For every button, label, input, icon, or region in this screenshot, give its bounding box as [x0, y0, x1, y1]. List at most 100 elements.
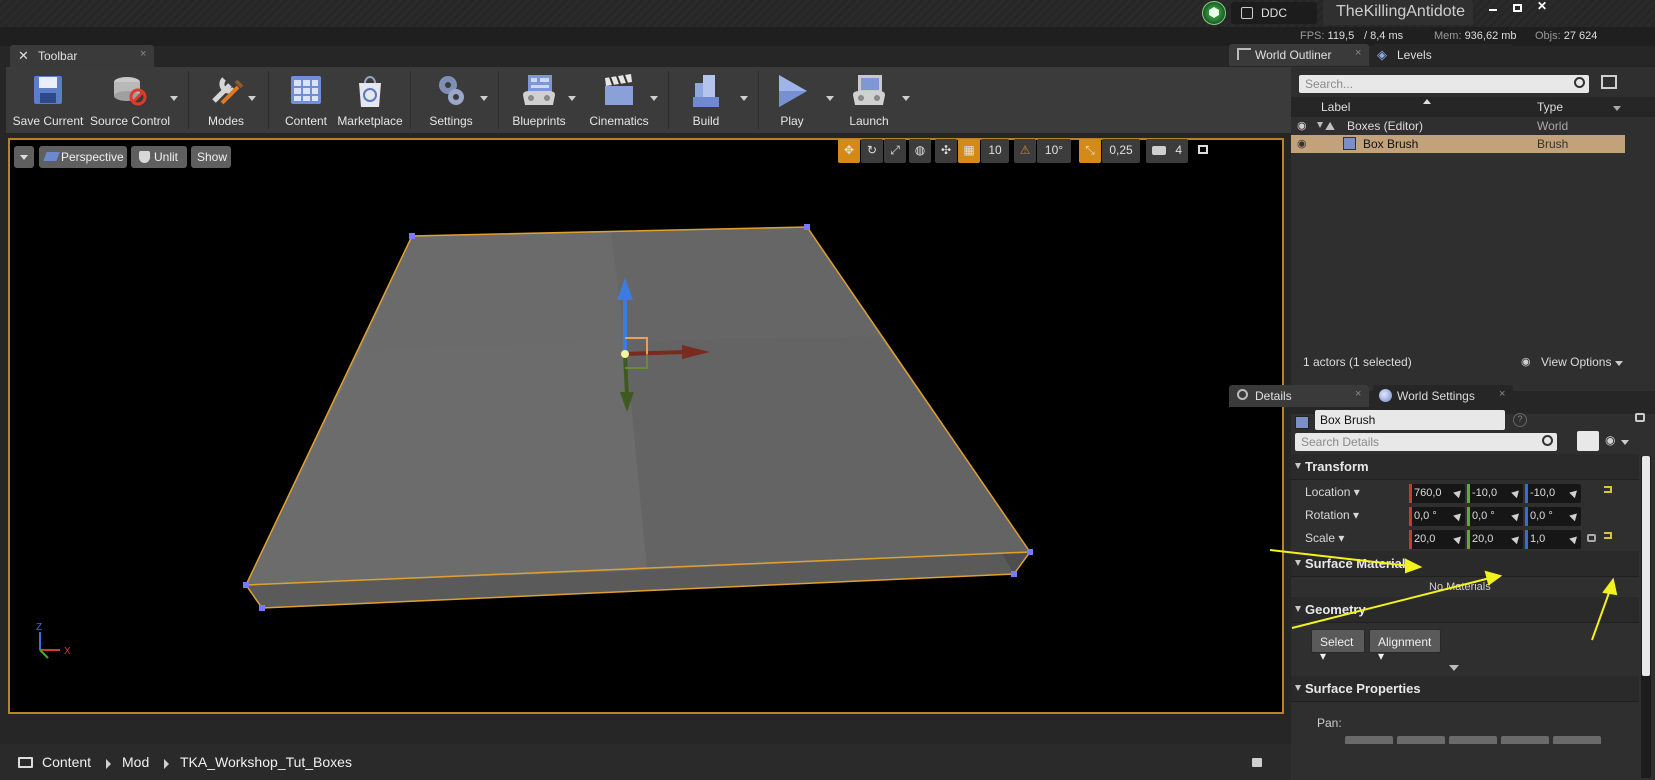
folder-icon: [18, 757, 33, 768]
category-surface-properties[interactable]: Surface Properties: [1291, 676, 1639, 702]
save-current-button[interactable]: Save Current: [10, 67, 86, 133]
level-viewport[interactable]: Perspective Unlit Show ✥ ↻ ⤢ ◍ ✣ ▦ 10 ⚠ …: [8, 138, 1284, 714]
close-icon[interactable]: ×: [1355, 388, 1361, 400]
outliner-row[interactable]: ◉ ⛰ Boxes (Editor) World: [1291, 117, 1625, 135]
advanced-expand-icon[interactable]: [1449, 665, 1459, 671]
blueprints-button[interactable]: Blueprints: [506, 67, 572, 133]
tab-world-outliner[interactable]: World Outliner ×: [1229, 44, 1369, 66]
modes-dropdown-icon[interactable]: [248, 96, 256, 101]
location-z-field[interactable]: -10,0: [1525, 484, 1581, 503]
vertex-handle[interactable]: [409, 233, 415, 239]
axis-z-label: Z: [36, 622, 42, 633]
eye-icon[interactable]: ◉: [1297, 137, 1307, 150]
outliner-row-type: World: [1537, 119, 1569, 133]
details-scrollbar-thumb[interactable]: [1642, 456, 1650, 676]
details-scrollbar[interactable]: [1641, 456, 1651, 778]
outliner-icon: [1237, 48, 1251, 60]
source-control-button[interactable]: Source Control: [90, 67, 170, 133]
help-icon[interactable]: ?: [1513, 413, 1527, 427]
cinematics-button[interactable]: Cinematics: [586, 67, 652, 133]
location-label[interactable]: Location ▾: [1305, 485, 1360, 499]
restore-button[interactable]: [1507, 1, 1529, 15]
pan-button[interactable]: [1449, 736, 1497, 744]
add-folder-icon[interactable]: [1601, 75, 1617, 89]
engine-logo-icon[interactable]: [1202, 1, 1226, 25]
modes-button[interactable]: Modes: [202, 67, 250, 133]
rotation-z-field[interactable]: 0,0 °: [1525, 507, 1581, 526]
vertex-handle[interactable]: [804, 224, 810, 230]
close-icon[interactable]: ×: [1499, 388, 1505, 400]
vertex-handle[interactable]: [1027, 549, 1033, 555]
scale-y-field[interactable]: 20,0: [1467, 530, 1523, 549]
launch-dropdown-icon[interactable]: [902, 96, 910, 101]
property-matrix-icon[interactable]: [1577, 431, 1599, 451]
settings-dropdown-icon[interactable]: [480, 96, 488, 101]
ddc-indicator[interactable]: DDC: [1231, 2, 1317, 24]
tab-details[interactable]: Details ×: [1229, 385, 1369, 407]
play-button[interactable]: Play: [768, 67, 816, 133]
close-icon[interactable]: ×: [140, 48, 146, 60]
pan-button[interactable]: [1345, 736, 1393, 744]
outliner-row-selected[interactable]: ◉ Box Brush Brush: [1291, 135, 1625, 153]
pan-button[interactable]: [1501, 736, 1549, 744]
settings-button[interactable]: Settings: [420, 67, 482, 133]
pan-button[interactable]: [1553, 736, 1601, 744]
rotation-y-field[interactable]: 0,0 °: [1467, 507, 1523, 526]
breadcrumb-item[interactable]: Mod: [122, 754, 149, 770]
fps-stat: FPS: 119,5: [1300, 30, 1355, 42]
rotation-label[interactable]: Rotation ▾: [1305, 508, 1359, 522]
rotation-x-field[interactable]: 0,0 °: [1409, 507, 1465, 526]
tab-levels[interactable]: ◈ Levels: [1373, 44, 1513, 66]
vertex-handle[interactable]: [259, 605, 265, 611]
alignment-dropdown-button[interactable]: Alignment ▾: [1369, 629, 1441, 663]
scale-label[interactable]: Scale ▾: [1305, 531, 1344, 545]
content-button[interactable]: Content: [278, 67, 334, 133]
eye-icon[interactable]: ◉: [1297, 119, 1307, 132]
column-type-header[interactable]: Type: [1537, 100, 1563, 114]
build-dropdown-icon[interactable]: [740, 96, 748, 101]
category-geometry[interactable]: Geometry: [1291, 597, 1639, 623]
lock-icon[interactable]: [1252, 758, 1262, 767]
outliner-search-input[interactable]: Search...: [1299, 75, 1589, 93]
chevron-down-icon[interactable]: [1621, 440, 1629, 445]
vertex-handle[interactable]: [243, 582, 249, 588]
pan-button[interactable]: [1397, 736, 1445, 744]
location-y-field[interactable]: -10,0: [1467, 484, 1523, 503]
reset-to-default-icon[interactable]: [1604, 532, 1612, 539]
select-dropdown-button[interactable]: Select ▾: [1311, 629, 1365, 663]
build-button[interactable]: Build: [682, 67, 730, 133]
eye-icon[interactable]: ◉: [1605, 433, 1615, 447]
expand-icon[interactable]: [1317, 122, 1323, 128]
breadcrumb-item[interactable]: Content: [42, 754, 91, 770]
launch-button[interactable]: Launch: [842, 67, 896, 133]
tab-toolbar[interactable]: ✕ Toolbar ×: [10, 45, 154, 67]
lock-icon[interactable]: [1635, 413, 1645, 422]
blueprints-dropdown-icon[interactable]: [568, 96, 576, 101]
tab-world-settings[interactable]: World Settings ×: [1373, 385, 1513, 407]
column-options-icon[interactable]: [1613, 106, 1621, 111]
category-surface-materials[interactable]: Surface Materials: [1291, 551, 1639, 577]
close-icon[interactable]: ×: [1355, 47, 1361, 59]
close-button[interactable]: ✕: [1531, 0, 1553, 15]
breadcrumb-item[interactable]: TKA_Workshop_Tut_Boxes: [180, 754, 352, 770]
object-name-field[interactable]: Box Brush: [1315, 410, 1505, 430]
scale-z-field[interactable]: 1,0: [1525, 530, 1581, 549]
marketplace-button[interactable]: Marketplace: [336, 67, 404, 133]
minimize-button[interactable]: [1483, 1, 1505, 15]
source-control-dropdown-icon[interactable]: [170, 96, 178, 101]
x-axis-bar: [1409, 530, 1412, 549]
vertex-handle[interactable]: [1011, 571, 1017, 577]
spin-icon: [1511, 533, 1522, 545]
location-x-field[interactable]: 760,0: [1409, 484, 1465, 503]
brush-icon: [1343, 137, 1356, 150]
details-search-input[interactable]: Search Details: [1295, 433, 1557, 451]
scale-lock-icon[interactable]: [1587, 534, 1596, 542]
category-transform[interactable]: Transform: [1291, 454, 1639, 480]
view-options-button[interactable]: View Options: [1541, 355, 1611, 369]
play-dropdown-icon[interactable]: [826, 96, 834, 101]
scale-x-field[interactable]: 20,0: [1409, 530, 1465, 549]
cinematics-dropdown-icon[interactable]: [650, 96, 658, 101]
z-axis-bar: [1525, 484, 1528, 503]
column-label-header[interactable]: Label: [1321, 100, 1350, 114]
reset-to-default-icon[interactable]: [1604, 486, 1612, 493]
